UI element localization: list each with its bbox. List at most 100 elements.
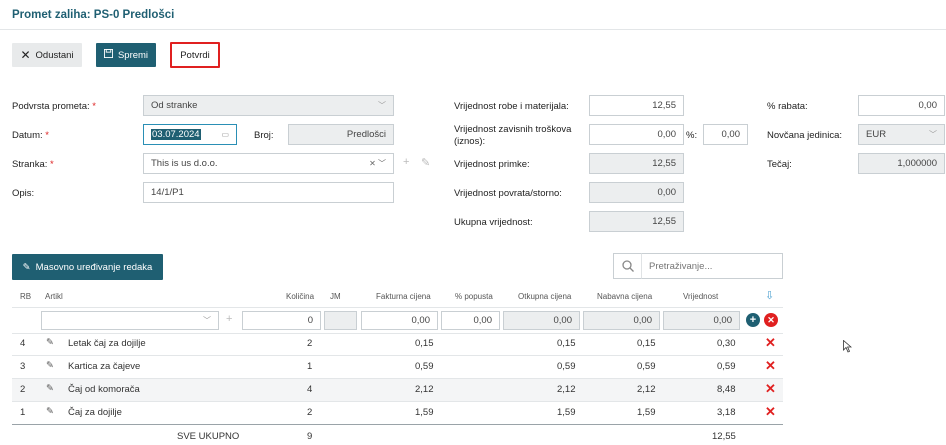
row-divider (12, 401, 783, 402)
vrijednost-input[interactable]: 0,00 (663, 311, 740, 330)
valuta-select[interactable]: EUR ﹀ (858, 124, 945, 145)
fakturna-input[interactable]: 0,00 (361, 311, 438, 330)
add-artikl-icon[interactable]: + (226, 313, 232, 325)
zavisnih-label-line2: (iznos): (454, 136, 486, 147)
cell-otkupna: 1,59 (557, 407, 576, 418)
add-row-button[interactable]: + (746, 313, 760, 327)
clear-icon[interactable]: ✕ ﹀ (369, 158, 386, 169)
save-label: Spremi (117, 49, 149, 61)
th-artikl: Artikl (45, 292, 63, 301)
th-otkupna: Otkupna cijena (518, 292, 572, 301)
tecaj-label: Tečaj: (767, 159, 792, 170)
clear-row-button[interactable]: ✕ (764, 313, 778, 327)
cell-vrijednost: 8,48 (717, 384, 736, 395)
prometa-label: Podvrsta prometa: * (12, 101, 96, 112)
page-title: Promet zaliha: PS-0 Predlošci (12, 9, 175, 21)
otkupna-input[interactable]: 0,00 (503, 311, 580, 330)
datum-label: Datum: * (12, 130, 49, 141)
cancel-button[interactable]: ✕ Odustani (12, 43, 82, 67)
artikl-select[interactable]: ﹀ (41, 311, 219, 330)
delete-icon[interactable]: ✕ (765, 381, 776, 397)
row-divider (12, 307, 783, 308)
nabavna-input[interactable]: 0,00 (583, 311, 660, 330)
stranka-select[interactable]: This is us d.o.o. ✕ ﹀ (143, 153, 394, 174)
robe-input[interactable]: 12,55 (589, 95, 684, 116)
search-input[interactable] (641, 253, 783, 279)
broj-input[interactable]: Predlošci (288, 124, 394, 145)
cell-nabavna: 0,15 (637, 338, 656, 349)
chevron-down-icon: ﹀ (378, 101, 386, 110)
cell-kolicina: 2 (307, 338, 313, 349)
close-icon: ✕ (20, 48, 31, 62)
cell-artikl: Čaj od komorača (68, 384, 140, 395)
prometa-select[interactable]: Od stranke ﹀ (143, 95, 394, 116)
mass-edit-button[interactable]: ✎ Masovno uređivanje redaka (12, 254, 163, 280)
cell-vrijednost: 3,18 (717, 407, 736, 418)
delete-icon[interactable]: ✕ (765, 335, 776, 351)
mass-edit-label: Masovno uređivanje redaka (35, 261, 153, 273)
search-icon[interactable] (613, 253, 641, 279)
cell-fakturna: 2,12 (415, 384, 434, 395)
confirm-button[interactable]: Potvrdi (170, 42, 220, 68)
header-divider (0, 29, 946, 30)
pencil-icon[interactable]: ✎ (46, 360, 54, 371)
pencil-icon[interactable]: ✎ (46, 337, 54, 348)
chevron-down-icon: ﹀ (929, 130, 937, 139)
th-rb: RB (20, 292, 32, 301)
valuta-label: Novčana jedinica: (767, 130, 842, 141)
robe-label: Vrijednost robe i materijala: (454, 101, 569, 112)
broj-label: Broj: (254, 130, 274, 141)
cell-nabavna: 1,59 (637, 407, 656, 418)
rabat-input[interactable]: 0,00 (858, 95, 945, 116)
cell-kolicina: 1 (307, 361, 313, 372)
pencil-icon[interactable]: ✎ (46, 406, 54, 417)
total-vrijednost: 12,55 (712, 431, 736, 442)
valuta-value: EUR (866, 129, 887, 140)
jm-input[interactable] (324, 311, 357, 330)
datum-value: 03.07.2024 (151, 129, 201, 140)
cursor-icon (843, 340, 852, 353)
cell-artikl: Čaj za dojilje (68, 407, 122, 418)
zavisnih-input[interactable]: 0,00 (589, 124, 684, 145)
opis-input[interactable]: 14/1/P1 (143, 182, 394, 203)
pencil-icon[interactable]: ✎ (46, 383, 54, 394)
popust-input[interactable]: 0,00 (441, 311, 500, 330)
kolicina-input[interactable]: 0 (242, 311, 321, 330)
cell-nabavna: 2,12 (637, 384, 656, 395)
th-nabavna: Nabavna cijena (597, 292, 653, 301)
cell-rb: 4 (20, 338, 26, 349)
cell-vrijednost: 0,59 (717, 361, 736, 372)
cell-artikl: Kartica za čajeve (68, 361, 141, 372)
add-stranka-icon[interactable]: + (403, 156, 409, 168)
ukupna-value: 12,55 (589, 211, 684, 232)
th-vrijednost: Vrijednost (683, 292, 719, 301)
pct-input[interactable]: 0,00 (703, 124, 748, 145)
save-button[interactable]: Spremi (96, 43, 156, 67)
delete-icon[interactable]: ✕ (765, 358, 776, 374)
primke-value: 12,55 (589, 153, 684, 174)
pct-label: %: (686, 130, 698, 141)
cell-nabavna: 0,59 (637, 361, 656, 372)
th-popust: % popusta (455, 292, 493, 301)
delete-icon[interactable]: ✕ (765, 404, 776, 420)
datum-input[interactable]: 03.07.2024 ▭ (143, 124, 237, 145)
cancel-label: Odustani (35, 49, 74, 61)
th-kolicina: Količina (286, 292, 315, 301)
cell-fakturna: 1,59 (415, 407, 434, 418)
opis-label: Opis: (12, 188, 35, 199)
save-icon (103, 49, 113, 61)
edit-stranka-icon[interactable]: ✎ (421, 156, 430, 169)
total-label: SVE UKUPNO (177, 431, 240, 442)
primke-label: Vrijednost primke: (454, 159, 530, 170)
row-divider (12, 355, 783, 356)
zavisnih-label-line1: Vrijednost zavisnih troškova (454, 124, 572, 135)
th-jm: JM (330, 292, 341, 301)
cell-kolicina: 2 (307, 407, 313, 418)
ukupna-label: Ukupna vrijednost: (454, 217, 533, 228)
stranka-value: This is us d.o.o. (151, 158, 218, 169)
export-icon[interactable]: ⇩ (765, 289, 774, 302)
cell-artikl: Letak čaj za dojilje (68, 338, 146, 349)
total-kolicina: 9 (307, 431, 313, 442)
stranka-label: Stranka: * (12, 159, 54, 170)
calendar-icon[interactable]: ▭ (221, 130, 229, 139)
